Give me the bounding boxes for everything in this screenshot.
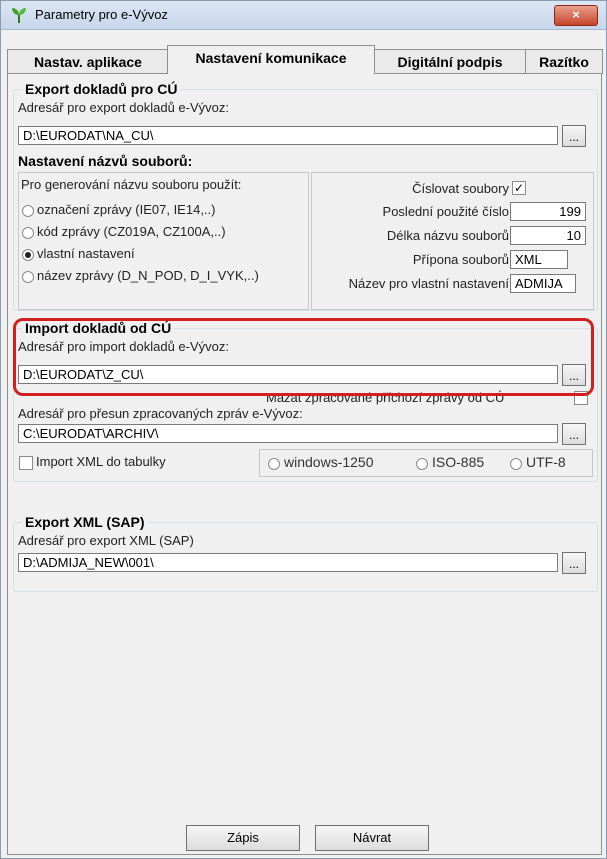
radio-custom-setting-label[interactable]: vlastní nastavení <box>37 246 135 261</box>
generate-label: Pro generování názvu souboru použít: <box>21 177 242 192</box>
tab-bar: Nastav. aplikace Nastavení komunikace Di… <box>1 45 606 74</box>
custom-name-input[interactable]: ADMIJA <box>510 274 576 293</box>
highlight-box <box>13 318 594 396</box>
radio-windows-1250-label[interactable]: windows-1250 <box>284 454 374 470</box>
radio-utf-8[interactable] <box>510 458 522 470</box>
extension-input[interactable]: XML <box>510 250 568 269</box>
tab-digital-signature[interactable]: Digitální podpis <box>373 49 527 74</box>
export-sap-browse-button[interactable]: ... <box>562 552 586 574</box>
naming-options-box: Číslovat soubory ✓ Poslední použité čísl… <box>311 172 594 310</box>
custom-name-label: Název pro vlastní nastavení <box>348 276 509 291</box>
dialog-window: Parametry pro e-Vývoz × Nastav. aplikace… <box>0 0 607 859</box>
export-folder-input[interactable]: D:\EURODAT\NA_CU\ <box>18 126 558 145</box>
name-length-input[interactable]: 10 <box>510 226 586 245</box>
radio-windows-1250[interactable] <box>268 458 280 470</box>
import-xml-label[interactable]: Import XML do tabulky <box>36 454 166 469</box>
back-button[interactable]: Návrat <box>315 825 429 851</box>
export-cu-title: Export dokladů pro CÚ <box>22 81 181 97</box>
naming-title: Nastavení názvů souborů: <box>18 153 193 169</box>
radio-message-mark[interactable] <box>22 205 34 217</box>
import-xml-checkbox[interactable] <box>19 456 33 470</box>
naming-radio-box: Pro generování názvu souboru použít: ozn… <box>18 172 309 310</box>
export-sap-folder-input[interactable]: D:\ADMIJA_NEW\001\ <box>18 553 558 572</box>
radio-message-code[interactable] <box>22 227 34 239</box>
export-sap-folder-label: Adresář pro export XML (SAP) <box>18 533 194 548</box>
number-files-label: Číslovat soubory <box>412 181 509 196</box>
save-button[interactable]: Zápis <box>186 825 300 851</box>
encoding-box: windows-1250 ISO-885 UTF-8 <box>259 449 593 477</box>
radio-iso-885-label[interactable]: ISO-885 <box>432 454 484 470</box>
export-sap-group: Export XML (SAP) Adresář pro export XML … <box>13 514 598 592</box>
tab-communication-settings[interactable]: Nastavení komunikace <box>167 45 375 74</box>
radio-message-name[interactable] <box>22 271 34 283</box>
radio-message-code-label[interactable]: kód zprávy (CZ019A, CZ100A,..) <box>37 224 226 239</box>
extension-label: Přípona souborů <box>412 252 509 267</box>
tab-stamp[interactable]: Razítko <box>525 49 603 74</box>
move-folder-browse-button[interactable]: ... <box>562 423 586 445</box>
export-sap-title: Export XML (SAP) <box>22 514 148 530</box>
radio-utf-8-label[interactable]: UTF-8 <box>526 454 566 470</box>
export-cu-group: Export dokladů pro CÚ Adresář pro export… <box>13 81 598 311</box>
move-folder-input[interactable]: C:\EURODAT\ARCHIV\ <box>18 424 558 443</box>
window-title: Parametry pro e-Vývoz <box>35 7 168 22</box>
title-bar[interactable]: Parametry pro e-Vývoz × <box>1 1 606 30</box>
export-folder-browse-button[interactable]: ... <box>562 125 586 147</box>
close-button[interactable]: × <box>554 5 598 26</box>
export-folder-label: Adresář pro export dokladů e-Vývoz: <box>18 100 229 115</box>
move-folder-label: Adresář pro přesun zpracovaných zpráv e-… <box>18 406 303 421</box>
radio-custom-setting[interactable] <box>22 249 34 261</box>
tab-panel: Export dokladů pro CÚ Adresář pro export… <box>7 73 602 855</box>
radio-message-name-label[interactable]: název zprávy (D_N_POD, D_I_VYK,..) <box>37 268 259 283</box>
radio-iso-885[interactable] <box>416 458 428 470</box>
name-length-label: Délka názvu souborů <box>386 228 509 243</box>
last-number-label: Poslední použité číslo <box>382 204 509 219</box>
tab-app-settings[interactable]: Nastav. aplikace <box>7 49 169 74</box>
number-files-checkbox[interactable]: ✓ <box>512 181 526 195</box>
app-leaf-icon <box>12 8 26 23</box>
radio-message-mark-label[interactable]: označení zprávy (IE07, IE14,..) <box>37 202 215 217</box>
last-number-input[interactable]: 199 <box>510 202 586 221</box>
